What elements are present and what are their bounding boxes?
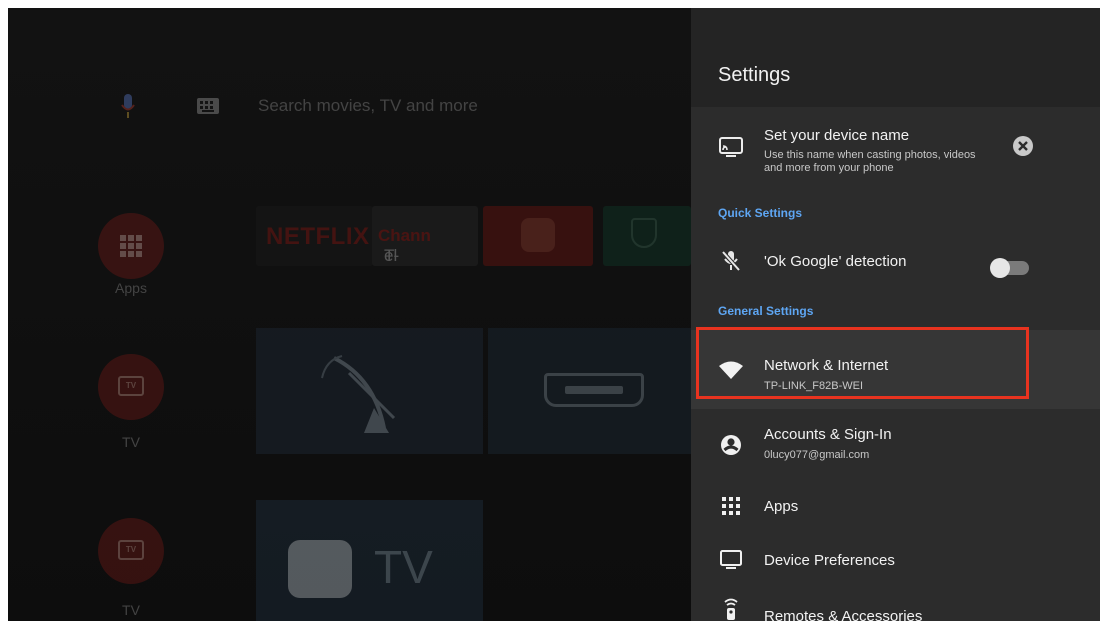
tv-screen: Search movies, TV and more Apps TV TV TV… [8, 8, 1100, 621]
device-preferences-title: Device Preferences [764, 552, 895, 569]
monitor-icon [718, 547, 744, 573]
tv-icon [288, 540, 352, 598]
tv-shortcut[interactable]: TV [98, 354, 164, 420]
apps-row[interactable]: Apps [691, 486, 1100, 526]
apps-grid-icon [120, 235, 142, 257]
antenna-input-card[interactable] [256, 328, 483, 454]
tv-shortcut-2[interactable]: TV [98, 518, 164, 584]
quick-settings-header: Quick Settings [718, 206, 803, 220]
toggle-thumb [990, 258, 1010, 278]
netflix-app-tile[interactable]: NETFLIX [256, 206, 373, 266]
accounts-title: Accounts & Sign-In [764, 426, 892, 443]
device-name-row[interactable]: Set your device name Use this name when … [691, 118, 1100, 180]
ok-google-row[interactable]: 'Ok Google' detection [691, 240, 1100, 282]
hdmi-input-card[interactable] [488, 328, 691, 454]
shield-icon [631, 218, 657, 248]
game-app-icon [521, 218, 555, 252]
apps-title: Apps [764, 498, 799, 515]
highlight-box [696, 327, 1029, 399]
satellite-dish-icon [321, 355, 396, 433]
general-settings-header: General Settings [718, 304, 814, 318]
remotes-accessories-row[interactable]: Remotes & Accessories [691, 594, 1100, 621]
remote-icon [718, 596, 744, 621]
keyboard-icon[interactable] [197, 98, 219, 114]
tv-shortcut-label: TV [122, 434, 140, 450]
account-circle-icon [718, 432, 744, 458]
accounts-email: 0lucy077@gmail.com [764, 449, 870, 461]
t-channel-app-tile[interactable]: T- Chann el [372, 206, 478, 266]
tv-icon: TV [118, 376, 144, 396]
apps-grid-icon [718, 493, 744, 519]
vpn-app-tile[interactable] [603, 206, 691, 266]
microphone-icon[interactable] [121, 94, 135, 120]
device-name-title: Set your device name [764, 127, 910, 144]
tv-card-label: TV [374, 541, 433, 593]
settings-panel: Settings Set your device name Use this n… [691, 8, 1100, 621]
apps-shortcut[interactable] [98, 213, 164, 279]
apps-shortcut-label: Apps [115, 280, 147, 296]
accounts-signin-row[interactable]: Accounts & Sign-In 0lucy077@gmail.com [691, 418, 1100, 472]
device-preferences-row[interactable]: Device Preferences [691, 540, 1100, 580]
tv-icon: TV [118, 540, 144, 560]
device-name-subtitle-line2: and more from your phone [764, 162, 894, 174]
mic-off-icon [718, 248, 744, 274]
settings-header: Settings [691, 8, 1100, 107]
close-icon[interactable] [1013, 136, 1033, 156]
panel-title: Settings [718, 64, 791, 86]
remotes-title: Remotes & Accessories [764, 608, 923, 621]
tv-shortcut-label-2: TV [122, 602, 140, 618]
search-bar[interactable]: Search movies, TV and more [258, 96, 478, 116]
cast-icon [718, 134, 744, 160]
home-screen-background: Search movies, TV and more Apps TV TV TV… [8, 8, 691, 621]
live-tv-card[interactable]: TV [256, 500, 483, 621]
hdmi-icon [544, 373, 644, 407]
device-name-subtitle-line1: Use this name when casting photos, video… [764, 149, 976, 161]
ok-google-title: 'Ok Google' detection [764, 253, 907, 270]
game-app-tile[interactable] [483, 206, 593, 266]
